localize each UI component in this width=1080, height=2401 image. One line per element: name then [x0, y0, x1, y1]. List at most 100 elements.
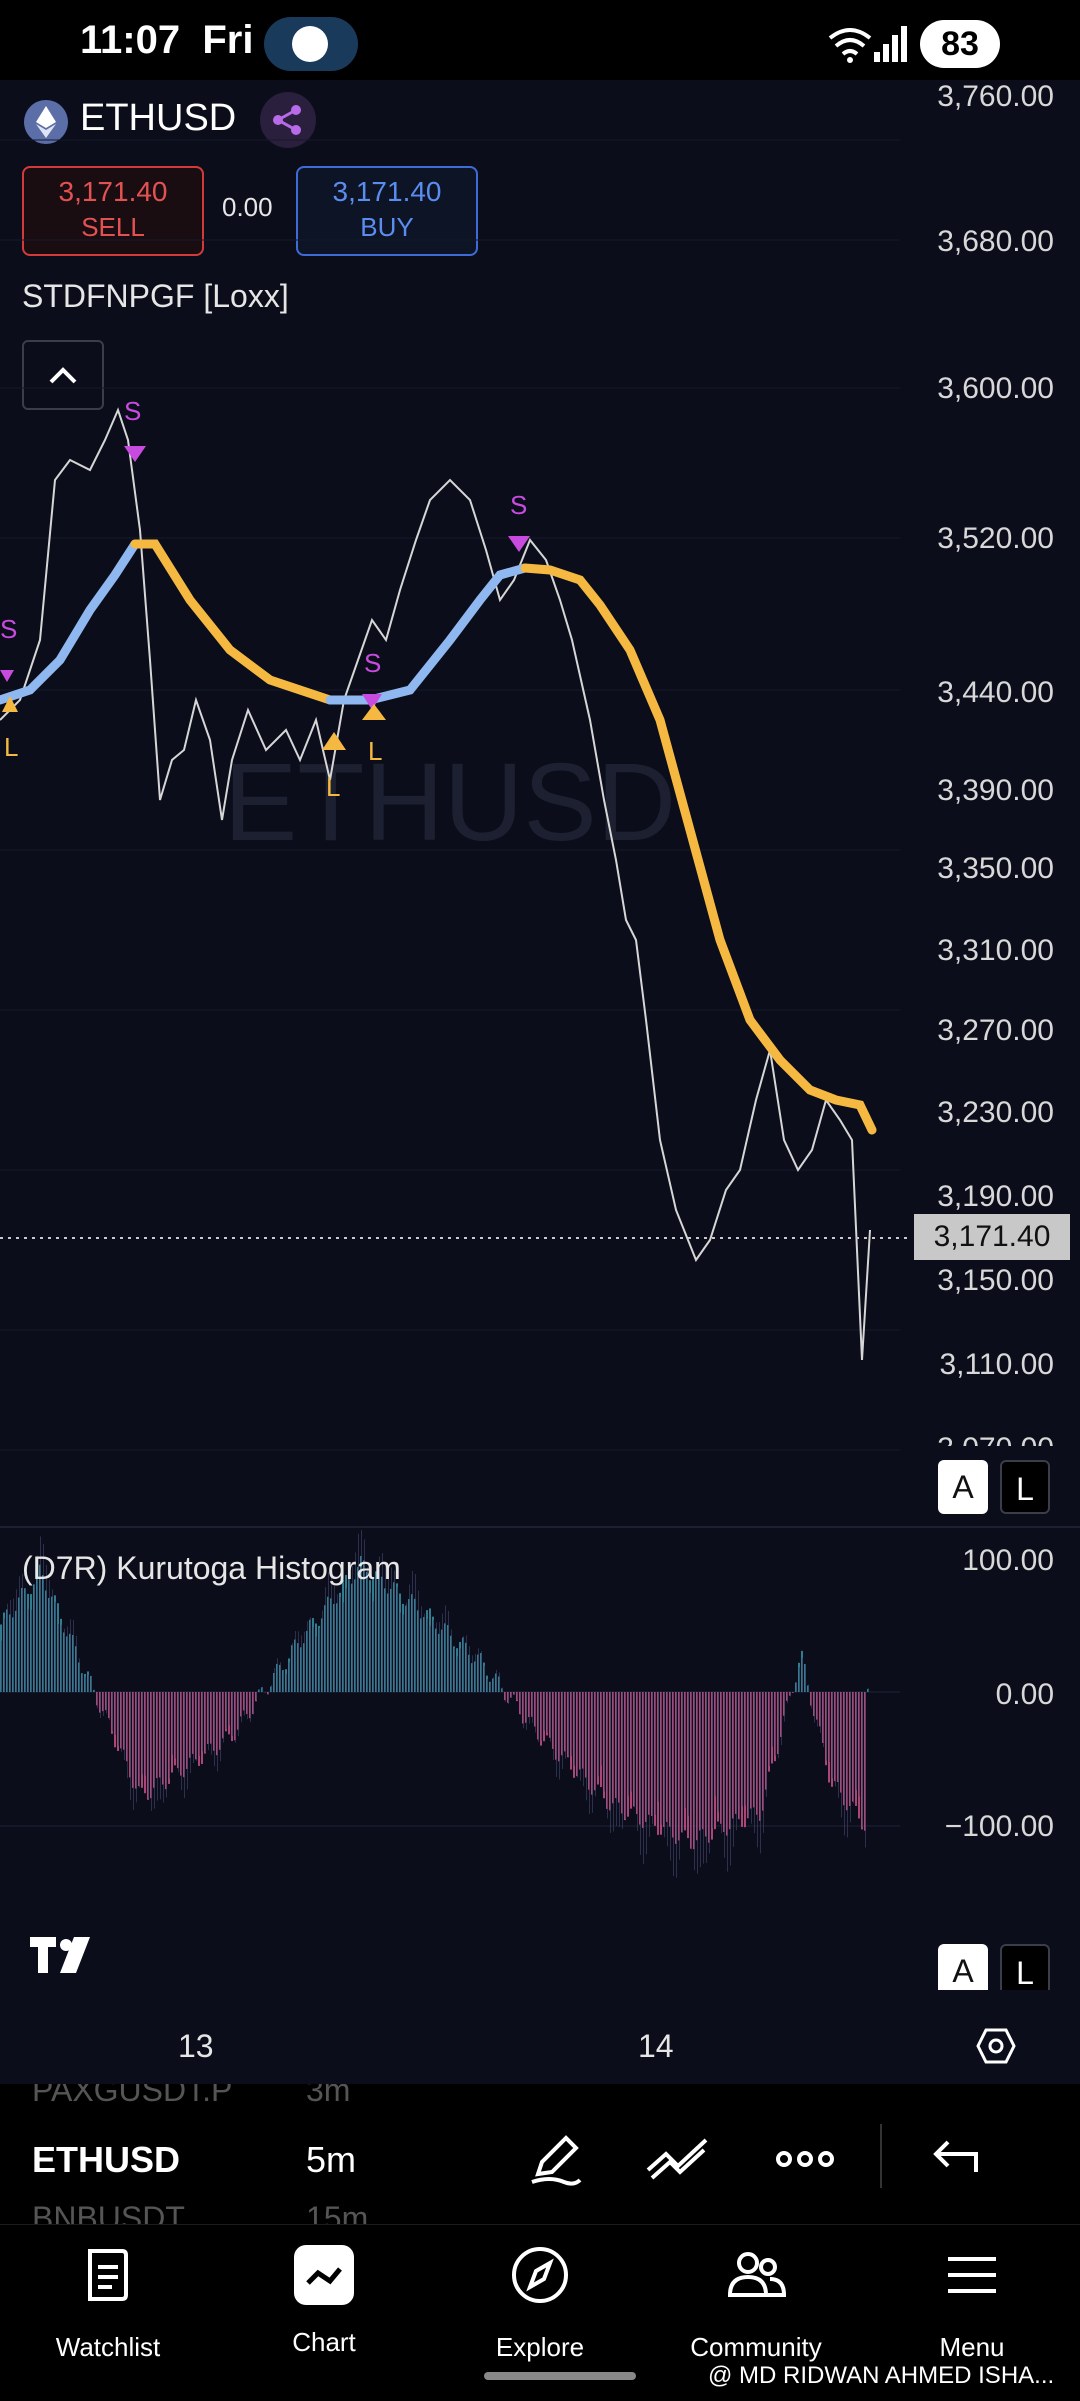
- nav-explore[interactable]: Explore: [450, 2245, 630, 2363]
- histogram-shadow-bar: [556, 1692, 557, 1777]
- histogram-shadow-bar: [202, 1692, 203, 1751]
- nav-watchlist[interactable]: Watchlist: [18, 2245, 198, 2363]
- histogram-shadow-bar: [274, 1668, 275, 1692]
- signal-label: L: [326, 772, 340, 802]
- histogram-shadow-bar: [457, 1656, 458, 1692]
- histogram-shadow-bar: [4, 1619, 5, 1692]
- histogram-shadow-bar: [127, 1692, 128, 1778]
- histogram-shadow-bar: [826, 1692, 827, 1761]
- histogram-shadow-bar: [1, 1641, 2, 1692]
- pencil-icon[interactable]: [520, 2124, 590, 2194]
- nav-community[interactable]: Community: [666, 2245, 846, 2363]
- histogram-shadow-bar: [328, 1572, 329, 1692]
- histogram-shadow-bar: [766, 1692, 767, 1797]
- histogram-shadow-bar: [160, 1692, 161, 1799]
- symbol-picker[interactable]: ETHUSD: [32, 2139, 180, 2181]
- price-chart[interactable]: ETHUSD S L S L S L S: [0, 60, 1080, 1530]
- histogram-shadow-bar: [244, 1692, 245, 1715]
- histogram-shadow-bar: [634, 1692, 635, 1807]
- histogram-shadow-bar: [862, 1692, 863, 1827]
- histogram-shadow-bar: [121, 1692, 122, 1752]
- symbol-picker-prev[interactable]: PAXGUSDT.P: [32, 2084, 232, 2109]
- histogram-shadow-bar: [745, 1692, 746, 1806]
- histogram-shadow-bar: [142, 1692, 143, 1774]
- undo-icon[interactable]: [918, 2124, 988, 2194]
- interval-picker-prev[interactable]: 3m: [306, 2084, 350, 2109]
- signal-label: S: [0, 614, 17, 644]
- histogram-shadow-bar: [442, 1613, 443, 1692]
- histogram-shadow-bar: [451, 1629, 452, 1692]
- histogram-shadow-bar: [322, 1611, 323, 1692]
- histogram-shadow-bar: [847, 1692, 848, 1837]
- histogram-shadow-bar: [223, 1692, 224, 1743]
- histogram-shadow-bar: [469, 1646, 470, 1692]
- histogram-shadow-bar: [865, 1692, 866, 1847]
- histogram-shadow-bar: [685, 1692, 686, 1808]
- histogram-shadow-bar: [781, 1692, 782, 1745]
- chart-settings-icon[interactable]: [976, 2026, 1016, 2066]
- histogram-shadow-bar: [679, 1692, 680, 1860]
- histogram-shadow-bar: [547, 1692, 548, 1733]
- histogram-shadow-bar: [814, 1692, 815, 1722]
- histogram-shadow-bar: [466, 1635, 467, 1692]
- histogram-shadow-bar: [436, 1623, 437, 1692]
- histogram-shadow-bar: [10, 1600, 11, 1692]
- price-axis-label: 3,350.00: [937, 852, 1054, 886]
- nav-menu[interactable]: Menu: [882, 2245, 1062, 2363]
- histogram-shadow-bar: [241, 1692, 242, 1722]
- symbol-picker-next[interactable]: BNBUSDT: [32, 2200, 185, 2224]
- histogram-shadow-bar: [658, 1692, 659, 1802]
- histogram-shadow-bar: [106, 1692, 107, 1713]
- histogram-shadow-bar: [340, 1597, 341, 1692]
- price-axis-label: 3,190.00: [937, 1180, 1054, 1214]
- histogram-legend[interactable]: (D7R) Kurutoga Histogram: [22, 1550, 401, 1587]
- histogram-shadow-bar: [508, 1692, 509, 1704]
- interval-picker-next[interactable]: 15m: [306, 2200, 368, 2224]
- price-axis-label: 3,680.00: [937, 225, 1054, 259]
- more-icon[interactable]: [770, 2124, 840, 2194]
- histogram-shadow-bar: [280, 1662, 281, 1692]
- chart-toolbar: PAXGUSDT.P 3m ETHUSD 5m BNBUSDT 15m: [0, 2084, 1080, 2224]
- histogram-shadow-bar: [430, 1626, 431, 1692]
- trend-line-tool-icon[interactable]: [642, 2124, 712, 2194]
- histogram-shadow-bar: [775, 1692, 776, 1755]
- histogram-shadow-bar: [559, 1692, 560, 1780]
- histogram-shadow-bar: [25, 1588, 26, 1692]
- histogram-shadow-bar: [145, 1692, 146, 1776]
- histogram-shadow-bar: [337, 1594, 338, 1692]
- histogram-shadow-bar: [181, 1692, 182, 1790]
- histogram-shadow-bar: [28, 1609, 29, 1692]
- histogram-shadow-bar: [163, 1692, 164, 1803]
- histogram-shadow-bar: [22, 1574, 23, 1692]
- histogram-shadow-bar: [214, 1692, 215, 1766]
- histogram-shadow-bar: [790, 1692, 791, 1697]
- signal-label: S: [510, 490, 527, 520]
- histogram-shadow-bar: [109, 1692, 110, 1720]
- histogram-shadow-bar: [673, 1692, 674, 1876]
- histogram-shadow-bar: [427, 1619, 428, 1692]
- histogram-shadow-bar: [478, 1648, 479, 1692]
- time-axis[interactable]: [0, 1990, 1080, 2084]
- histogram-shadow-bar: [697, 1692, 698, 1874]
- histogram-shadow-bar: [586, 1692, 587, 1800]
- histogram-shadow-bar: [793, 1692, 794, 1693]
- histogram-shadow-bar: [268, 1692, 269, 1695]
- histogram-chart[interactable]: [0, 1530, 900, 1960]
- histogram-shadow-bar: [517, 1692, 518, 1700]
- nav-chart[interactable]: Chart: [234, 2245, 414, 2358]
- histogram-shadow-bar: [286, 1674, 287, 1692]
- nav-chart-label: Chart: [234, 2327, 414, 2358]
- histogram-shadow-bar: [730, 1692, 731, 1866]
- histogram-shadow-bar: [196, 1692, 197, 1761]
- histogram-shadow-bar: [139, 1692, 140, 1788]
- pane-divider[interactable]: [0, 1526, 1080, 1528]
- home-indicator[interactable]: [484, 2372, 636, 2380]
- histogram-shadow-bar: [118, 1692, 119, 1746]
- histogram-shadow-bar: [694, 1692, 695, 1870]
- log-scale-button[interactable]: L: [1000, 1460, 1050, 1514]
- histogram-shadow-bar: [748, 1692, 749, 1818]
- histogram-shadow-bar: [394, 1571, 395, 1692]
- auto-scale-button[interactable]: A: [938, 1460, 988, 1514]
- histogram-shadow-bar: [79, 1658, 80, 1692]
- interval-picker[interactable]: 5m: [306, 2139, 356, 2181]
